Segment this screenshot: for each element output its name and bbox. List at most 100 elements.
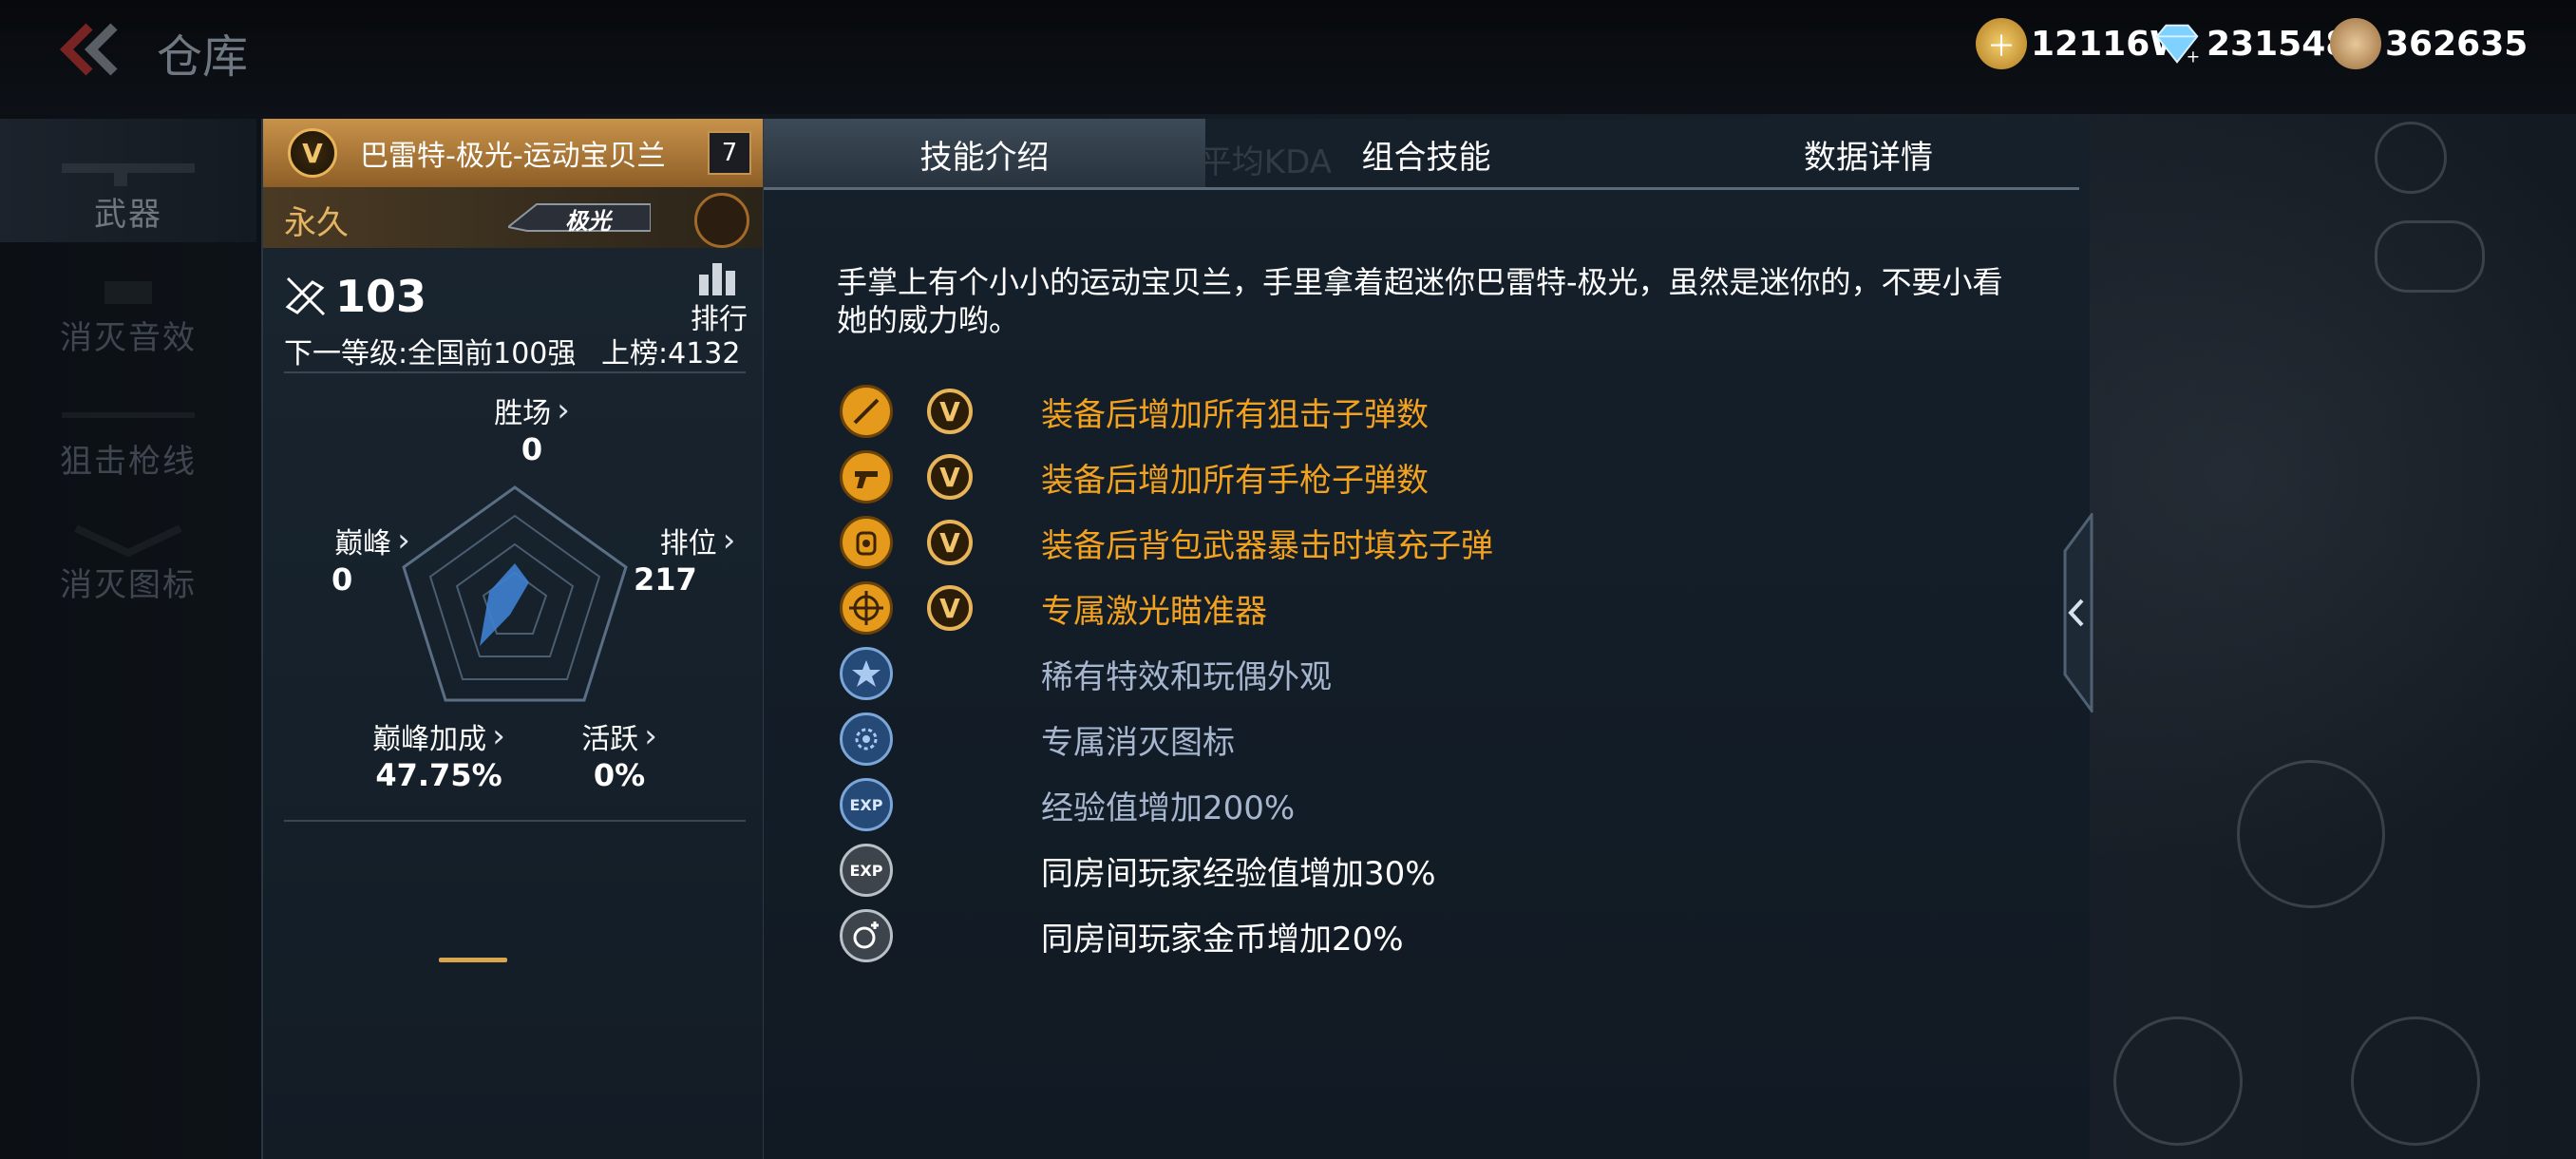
v-badge-icon: V — [925, 583, 975, 633]
no-sniper-icon — [285, 276, 326, 316]
stat-peak[interactable]: 巅峰 › 0 — [311, 520, 434, 598]
on-list-text: 上榜:4132 — [601, 337, 741, 370]
sidebar-item-elimination-icon[interactable]: 消灭图标 — [0, 489, 256, 613]
diamond-currency[interactable]: + 231548 — [2151, 17, 2349, 70]
view-toggle-icon[interactable] — [2375, 220, 2485, 293]
stat-wins-label: 胜场 — [494, 397, 552, 430]
swap-control-icon[interactable] — [2113, 1016, 2243, 1146]
diamond-value: 231548 — [2207, 24, 2350, 64]
stat-active-label: 活跃 — [581, 723, 639, 756]
sniper-badge-icon — [694, 193, 749, 248]
rifle-icon — [62, 163, 195, 186]
skill-text: 同房间玩家经验值增加30% — [1041, 854, 1436, 893]
sniper-icon — [62, 412, 195, 418]
divider — [284, 820, 746, 822]
aurora-skin-tag: 极光 — [505, 199, 652, 237]
bullet-control-icon[interactable] — [2237, 760, 2385, 908]
sniper-bullet-icon — [840, 385, 893, 438]
stat-wins[interactable]: 胜场 › 0 — [461, 390, 603, 467]
tab-combo-skills[interactable]: 组合技能 — [1205, 119, 1647, 189]
aurora-tag-text: 极光 — [565, 208, 611, 235]
tab-label: 数据详情 — [1804, 138, 1933, 177]
weapon-card-header: V 巴雷特-极光-运动宝贝兰 7 — [263, 119, 765, 187]
gold-coin-plus-icon: ＋ — [1976, 18, 2027, 69]
back-button[interactable] — [57, 21, 123, 78]
tab-skill-intro[interactable]: 技能介绍 — [764, 119, 1205, 189]
chevron-right-icon: › — [722, 522, 736, 560]
skill-row: V 装备后增加所有手枪子弹数 — [840, 448, 1429, 505]
stat-peak-bonus-label: 巅峰加成 — [372, 723, 487, 756]
skill-text: 专属消灭图标 — [1041, 723, 1235, 762]
elimination-icon — [840, 712, 893, 766]
v-badge-icon: V — [925, 518, 975, 567]
honor-coin-icon — [2330, 18, 2381, 69]
sidebar-item-sniper-trail[interactable]: 狙击枪线 — [0, 366, 256, 489]
skill-row: EXP 经验值增加200% — [840, 776, 1295, 833]
double-chevron-left-icon — [59, 23, 118, 76]
stat-ranked[interactable]: 排位 › 217 — [634, 520, 762, 598]
tab-data-details[interactable]: 数据详情 — [1647, 119, 2090, 189]
v-rank-icon: V — [288, 128, 337, 178]
stat-peak-bonus-value: 47.75% — [375, 757, 502, 793]
next-level-text: 下一等级:全国前100强 — [284, 337, 577, 370]
chevron-right-icon: › — [557, 391, 570, 429]
tab-label: 技能介绍 — [919, 138, 1050, 177]
tab-underline — [764, 187, 2079, 190]
page-title: 仓库 — [157, 30, 249, 84]
v-badge-icon: V — [925, 387, 975, 436]
crosshair-icon — [840, 581, 893, 635]
tab-bar: 技能介绍 组合技能 数据详情 — [764, 119, 2090, 190]
duration-label: 永久 — [284, 204, 349, 242]
sidebar-item-label: 狙击枪线 — [60, 443, 197, 481]
skill-text: 稀有特效和玩偶外观 — [1041, 657, 1332, 696]
skill-text: 经验值增加200% — [1041, 788, 1296, 827]
skill-row: 专属消灭图标 — [840, 711, 1235, 768]
sidebar-item-label: 消灭图标 — [60, 566, 197, 604]
skill-row: V 装备后背包武器暴击时填充子弹 — [840, 514, 1493, 571]
speaker-icon — [104, 281, 152, 304]
weapon-name: 巴雷特-极光-运动宝贝兰 — [360, 140, 666, 173]
coin-room-icon — [840, 909, 893, 962]
weapon-score: 103 — [284, 271, 426, 322]
stat-wins-value: 0 — [521, 431, 543, 467]
settings-control-icon[interactable] — [2375, 122, 2447, 194]
skill-row: V 专属激光瞄准器 — [840, 580, 1267, 636]
score-value: 103 — [335, 271, 427, 322]
stat-ranked-label: 排位 — [659, 527, 717, 560]
exp-room-icon: EXP — [840, 844, 893, 897]
weapon-level-badge: 7 — [708, 131, 751, 175]
page-indicator — [439, 958, 507, 962]
honor-currency[interactable]: 362635 — [2330, 17, 2528, 70]
star-icon — [840, 647, 893, 700]
svg-text:V: V — [939, 527, 960, 559]
sidebar-item-weapons[interactable]: 武器 — [0, 119, 256, 242]
skill-text: 装备后增加所有手枪子弹数 — [1041, 461, 1429, 500]
leaderboard-icon — [699, 263, 735, 295]
skill-row: V 装备后增加所有狙击子弹数 — [840, 383, 1429, 440]
skill-text: 同房间玩家金币增加20% — [1041, 920, 1404, 959]
skill-row: 同房间玩家金币增加20% — [840, 907, 1404, 964]
weapon-card: V 巴雷特-极光-运动宝贝兰 7 永久 极光 103 排行 下一等级:全国前10… — [261, 119, 765, 1159]
chevron-right-icon: › — [397, 522, 410, 560]
skills-panel: 场次 平均KDA 技能介绍 组合技能 数据详情 手掌上有个小小的运动宝贝兰，手里… — [763, 119, 2090, 1159]
honor-value: 362635 — [2385, 24, 2529, 64]
skill-row: 稀有特效和玩偶外观 — [840, 645, 1332, 702]
chevron-right-icon: › — [492, 717, 505, 755]
svg-text:+: + — [2187, 48, 2201, 66]
sidebar-item-elimination-sound[interactable]: 消灭音效 — [0, 242, 256, 366]
leaderboard-button[interactable]: 排行 — [686, 261, 752, 336]
chevron-right-icon: › — [644, 717, 657, 755]
side-collapse-tab[interactable] — [2059, 510, 2093, 715]
eye-control-icon[interactable] — [2351, 1016, 2480, 1146]
skill-text: 装备后背包武器暴击时填充子弹 — [1041, 526, 1493, 565]
sidebar-item-label: 武器 — [94, 196, 162, 234]
stat-ranked-value: 217 — [634, 561, 697, 598]
diamond-plus-icon: + — [2151, 18, 2203, 69]
wings-emblem-icon — [74, 524, 182, 558]
stat-peak-value: 0 — [331, 561, 353, 598]
sidebar-item-label: 消灭音效 — [60, 319, 197, 357]
divider — [284, 371, 746, 373]
stat-peak-bonus[interactable]: 巅峰加成 › 47.75% — [368, 715, 510, 793]
backpack-icon — [840, 516, 893, 569]
stat-active[interactable]: 活跃 › 0% — [558, 715, 681, 793]
